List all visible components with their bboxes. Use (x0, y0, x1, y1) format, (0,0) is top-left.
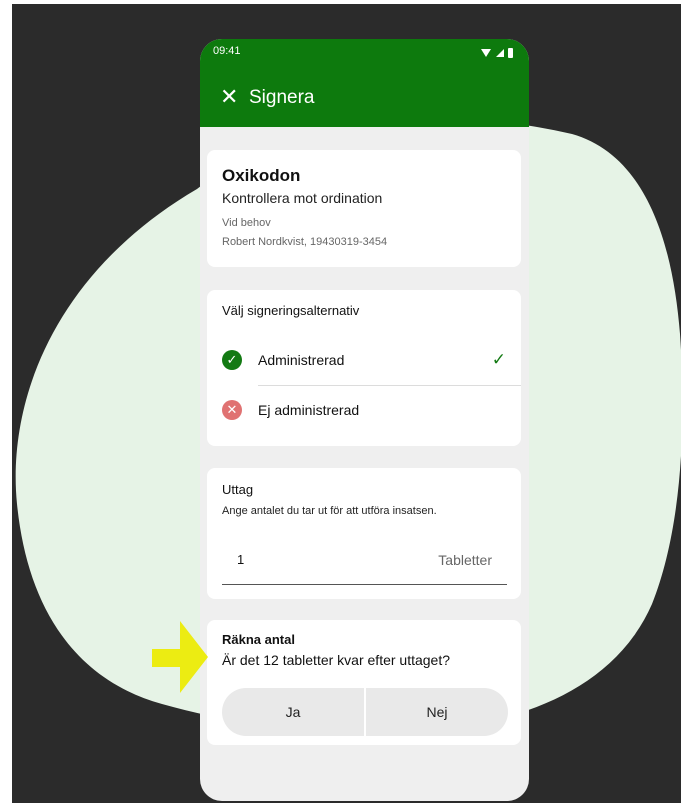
app-bar: 09:41 ✕ Signera (200, 39, 529, 127)
withdrawal-description: Ange antalet du tar ut för att utföra in… (222, 505, 437, 517)
withdrawal-title: Uttag (222, 482, 254, 497)
close-icon[interactable]: ✕ (220, 86, 238, 108)
checkmark-icon: ✓ (491, 350, 506, 369)
divider (258, 385, 521, 386)
count-title: Räkna antal (222, 632, 295, 647)
status-time: 09:41 (213, 45, 241, 57)
check-circle-icon: ✓ (222, 350, 242, 370)
medication-name: Oxikodon (222, 166, 301, 185)
option-label: Administrerad (258, 352, 345, 368)
medication-instruction: Kontrollera mot ordination (222, 190, 383, 206)
patient-info: Robert Nordkvist, 19430319-3454 (222, 236, 388, 248)
page-title: Signera (249, 87, 315, 108)
signing-title: Välj signeringsalternativ (222, 303, 360, 318)
quantity-input[interactable]: 1 Tabletter (222, 540, 507, 585)
backdrop: 09:41 ✕ Signera Oxikodon Kontrollera mot… (12, 4, 681, 803)
yes-button[interactable]: Ja (222, 688, 364, 736)
count-card: Räkna antal Är det 12 tabletter kvar eft… (207, 620, 521, 745)
no-button[interactable]: Nej (366, 688, 508, 736)
option-administrerad[interactable]: ✓ Administrerad ✓ (207, 338, 521, 385)
phone-screen: 09:41 ✕ Signera Oxikodon Kontrollera mot… (200, 39, 529, 801)
battery-icon (508, 48, 513, 58)
quantity-value: 1 (237, 552, 245, 567)
signing-card: Välj signeringsalternativ ✓ Administrera… (207, 290, 521, 446)
option-ej-administrerad[interactable]: ✕ Ej administrerad (207, 388, 521, 435)
status-icons (481, 46, 515, 64)
option-label: Ej administrerad (258, 402, 360, 418)
wifi-icon (481, 49, 491, 57)
highlight-arrow-icon (152, 621, 208, 693)
medication-frequency: Vid behov (222, 217, 271, 229)
medication-card: Oxikodon Kontrollera mot ordination Vid … (207, 150, 521, 267)
count-question: Är det 12 tabletter kvar efter uttaget? (222, 652, 451, 668)
quantity-unit: Tabletter (438, 552, 492, 568)
x-circle-icon: ✕ (222, 400, 242, 420)
withdrawal-card: Uttag Ange antalet du tar ut för att utf… (207, 468, 521, 599)
signal-icon (496, 49, 504, 57)
